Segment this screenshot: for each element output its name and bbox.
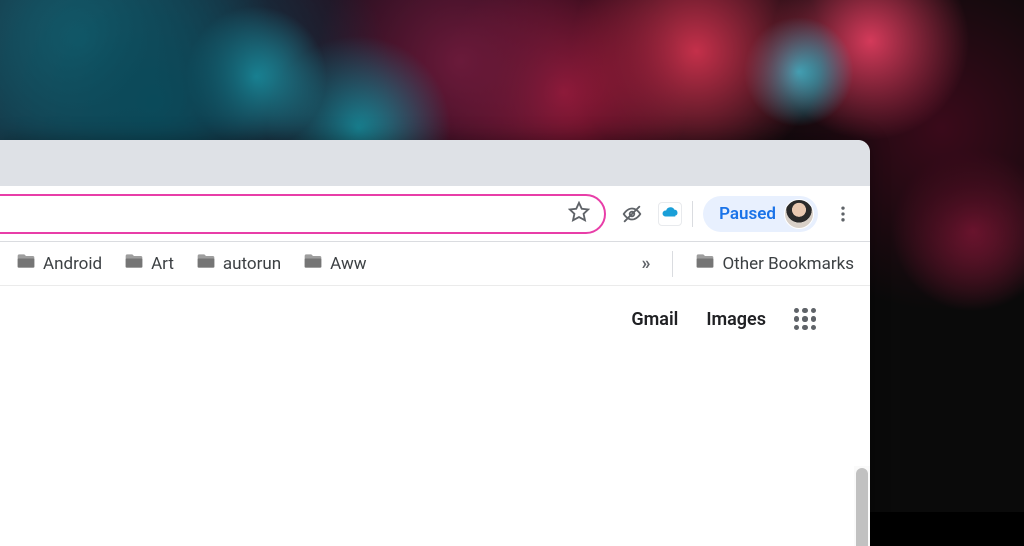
bookmark-folder-android[interactable]: Android — [16, 251, 102, 276]
bookmark-label: Android — [43, 254, 102, 274]
other-bookmarks-folder[interactable]: Other Bookmarks — [695, 251, 854, 276]
header-links: Gmail Images — [631, 308, 816, 330]
bookmark-folder-art[interactable]: Art — [124, 251, 174, 276]
folder-icon — [695, 251, 715, 276]
folder-icon — [124, 251, 144, 276]
gmail-link[interactable]: Gmail — [631, 309, 678, 330]
cloud-extension-icon[interactable] — [658, 202, 682, 226]
profile-sync-chip[interactable]: Paused — [703, 196, 818, 232]
kebab-menu-icon[interactable] — [828, 199, 858, 229]
eye-off-icon[interactable] — [616, 198, 648, 230]
bookmark-label: Art — [151, 254, 174, 274]
scrollbar-thumb[interactable] — [856, 468, 868, 546]
bookmarks-separator — [672, 251, 673, 277]
bookmark-label: autorun — [223, 254, 281, 274]
other-bookmarks-label: Other Bookmarks — [722, 254, 854, 274]
toolbar: Paused — [0, 186, 870, 242]
bookmark-folder-autorun[interactable]: autorun — [196, 251, 281, 276]
address-bar[interactable] — [0, 194, 606, 234]
profile-status-label: Paused — [719, 204, 776, 224]
bookmark-star-icon[interactable] — [568, 201, 590, 227]
folder-icon — [16, 251, 36, 276]
tab-strip[interactable] — [0, 140, 870, 186]
folder-icon — [303, 251, 323, 276]
toolbar-separator — [692, 201, 693, 227]
scrollbar[interactable] — [854, 466, 870, 546]
images-link[interactable]: Images — [706, 309, 766, 330]
avatar — [784, 199, 814, 229]
bookmark-folder-aww[interactable]: Aww — [303, 251, 366, 276]
bookmarks-overflow-button[interactable]: » — [641, 253, 650, 274]
apps-grid-icon[interactable] — [794, 308, 816, 330]
bookmark-label: Aww — [330, 254, 366, 274]
bookmarks-bar: Android Art autorun Aww » Other Bo — [0, 242, 870, 286]
folder-icon — [196, 251, 216, 276]
browser-window: Paused Android Art autorun — [0, 140, 870, 546]
page-content: Gmail Images — [0, 286, 870, 546]
